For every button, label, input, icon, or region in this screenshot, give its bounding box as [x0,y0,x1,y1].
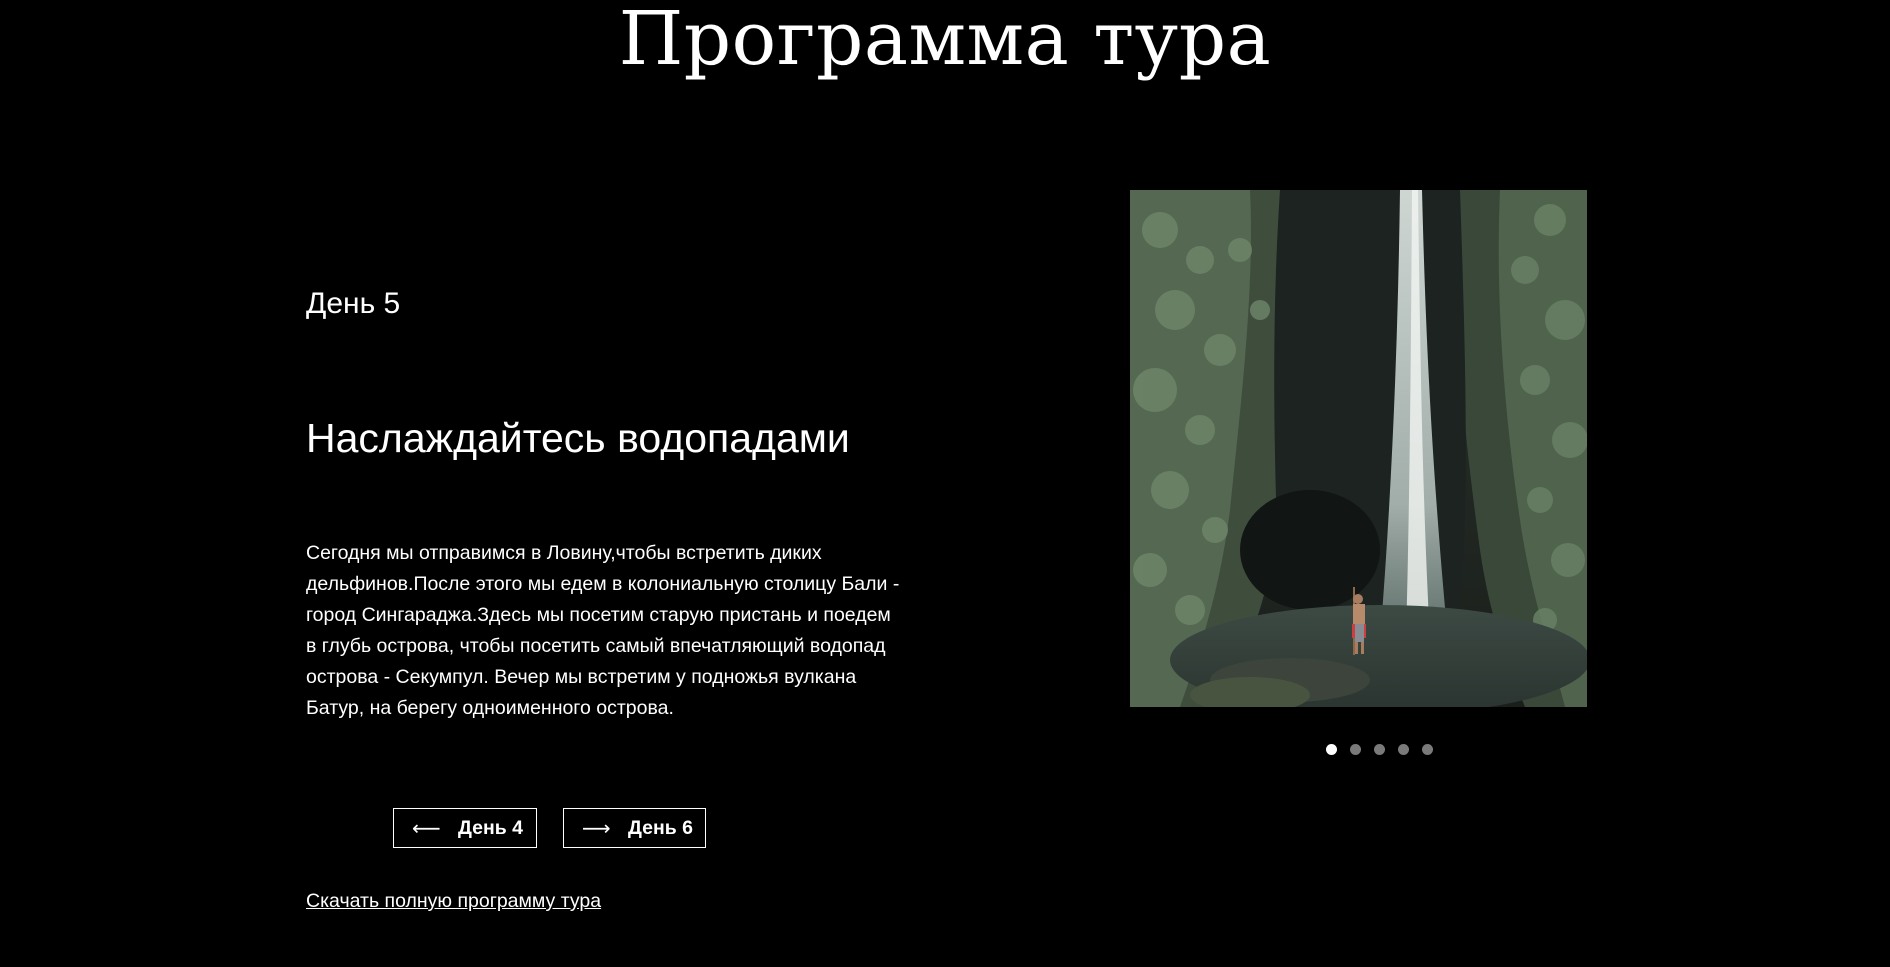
next-day-button[interactable]: ⟶ День 6 [563,808,706,848]
slider-dot-3[interactable] [1374,744,1385,755]
page-title: Программа тура [618,0,1272,82]
slider-dot-1[interactable] [1326,744,1337,755]
arrow-right-icon: ⟶ [582,816,611,840]
day-number-label: День 5 [306,287,401,320]
arrow-left-icon: ⟵ [412,816,441,840]
waterfall-photo [1130,190,1587,707]
download-program-link[interactable]: Скачать полную программу тура [306,888,601,914]
slider-dots [1326,744,1433,755]
slider-dot-2[interactable] [1350,744,1361,755]
day-heading: Наслаждайтесь водопадами [306,415,850,461]
prev-day-button[interactable]: ⟵ День 4 [393,808,537,848]
next-day-label: День 6 [628,816,694,839]
slider-dot-5[interactable] [1422,744,1433,755]
prev-day-label: День 4 [458,816,524,839]
slider-dot-4[interactable] [1398,744,1409,755]
day-description: Сегодня мы отправимся в Ловину,чтобы вст… [306,542,900,719]
